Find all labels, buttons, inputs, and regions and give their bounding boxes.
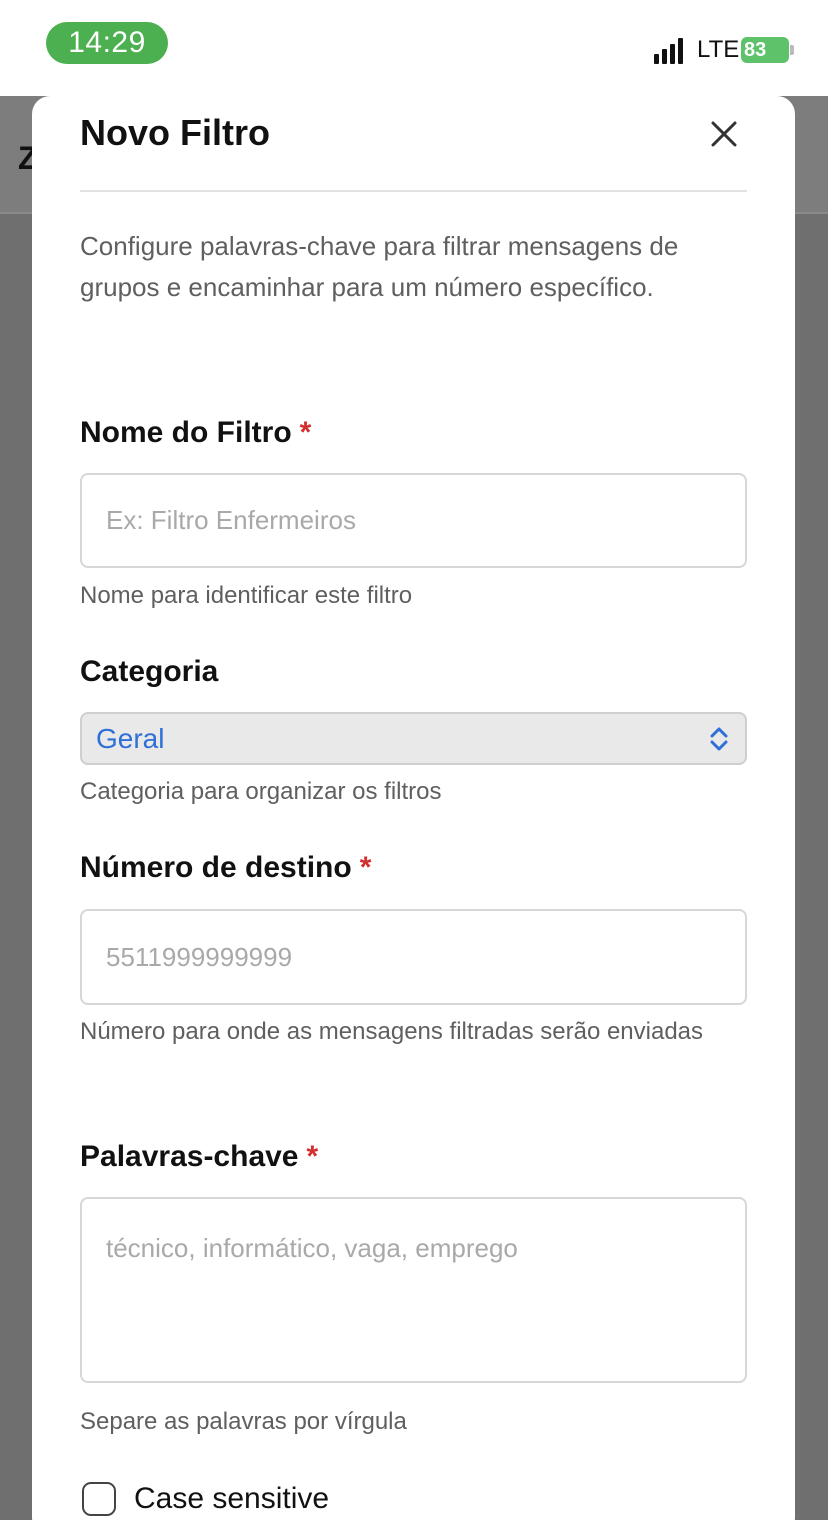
destination-help: Número para onde as mensagens filtradas … [80,1018,704,1045]
battery-icon: 83 [741,37,789,63]
destination-number-input[interactable]: 5511999999999 [80,909,747,1005]
required-marker: * [306,1140,319,1173]
battery-tip [790,45,794,55]
filter-name-placeholder: Ex: Filtro Enfermeiros [106,505,356,535]
filter-name-input[interactable]: Ex: Filtro Enfermeiros [80,473,747,568]
destination-placeholder: 5511999999999 [106,941,293,972]
new-filter-modal: Novo Filtro Configure palavras-chave par… [32,96,795,1520]
keywords-textarea[interactable]: técnico, informático, vaga, emprego [80,1197,747,1383]
header-divider [80,190,747,192]
modal-title: Novo Filtro [80,112,270,153]
filter-name-help: Nome para identificar este filtro [80,582,413,609]
modal-description: Configure palavras-chave para filtrar me… [80,231,679,302]
category-select[interactable]: Geral [80,712,747,765]
close-icon [711,121,737,147]
category-label: Categoria [80,655,219,688]
status-bar: 14:29 LTE 83 [0,0,828,96]
network-type: LTE [697,36,740,63]
destination-label-text: Número de destino [80,851,352,884]
case-sensitive-row[interactable]: Case sensitive [82,1482,329,1516]
chevron-up-down-icon [710,727,728,750]
keywords-label: Palavras-chave * [80,1140,318,1174]
signal-icon [654,38,690,64]
case-sensitive-label: Case sensitive [134,1482,330,1515]
keywords-help: Separe as palavras por vírgula [80,1408,407,1435]
battery-level: 83 [744,38,767,61]
keywords-label-text: Palavras-chave [80,1140,299,1173]
required-marker: * [299,416,312,449]
keywords-placeholder: técnico, informático, vaga, emprego [106,1233,518,1263]
case-sensitive-checkbox[interactable] [82,1482,116,1516]
clock: 14:29 [46,22,168,64]
filter-name-label-text: Nome do Filtro [80,416,292,449]
filter-name-label: Nome do Filtro * [80,416,311,450]
close-button[interactable] [704,114,744,154]
category-help: Categoria para organizar os filtros [80,778,442,805]
destination-label: Número de destino * [80,851,371,885]
required-marker: * [359,851,372,884]
category-select-value: Geral [96,722,165,754]
